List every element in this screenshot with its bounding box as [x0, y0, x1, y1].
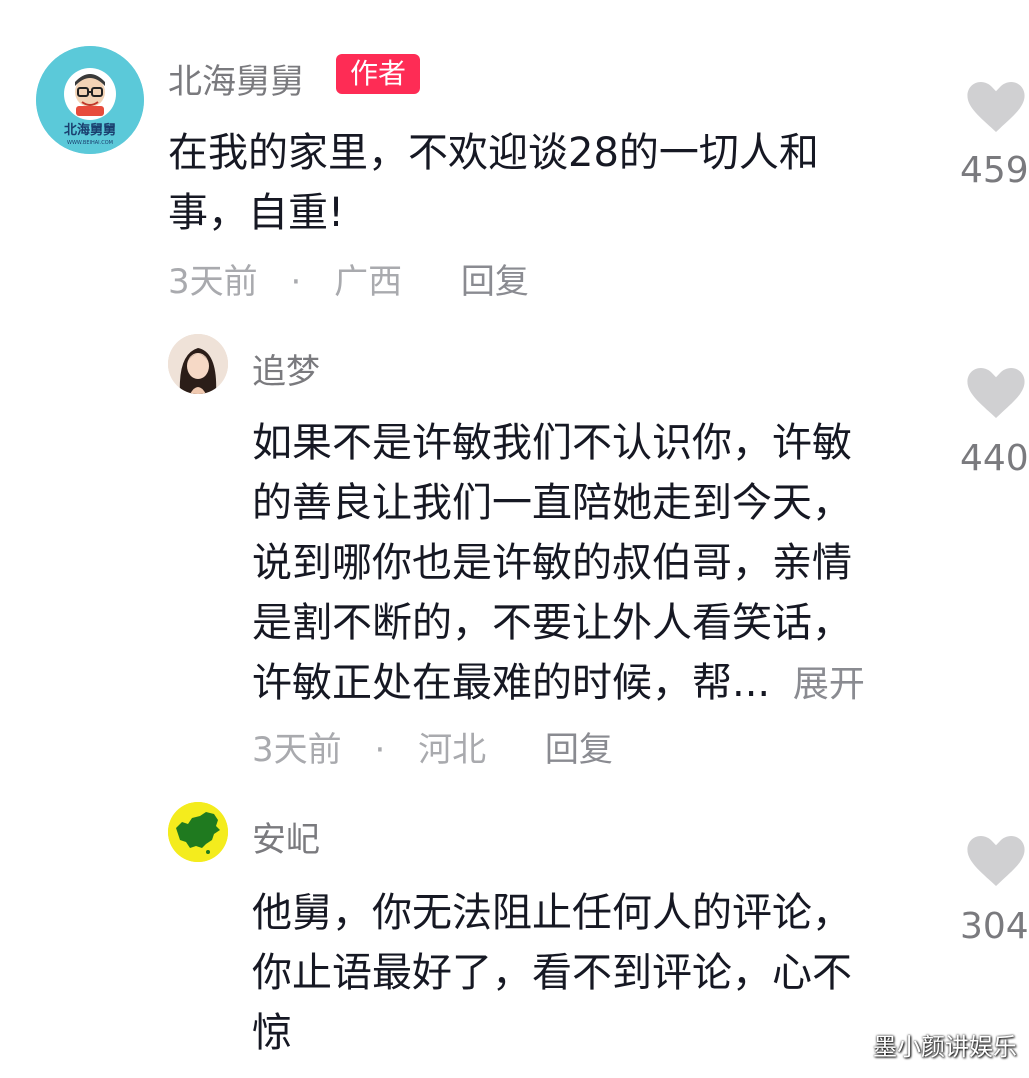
avatar[interactable]: 北海舅舅 WWW.BEIHAI.COM [36, 46, 144, 154]
woman-portrait-icon [168, 334, 228, 394]
like-count: 459 [960, 150, 1029, 191]
username[interactable]: 追梦 [252, 344, 320, 393]
heart-icon [967, 82, 1025, 132]
china-map-icon [168, 802, 228, 862]
reply-button[interactable]: 回复 [461, 262, 529, 302]
comment-time: 3天前 [252, 730, 342, 770]
avatar[interactable] [168, 334, 228, 394]
watermark: 墨小颜讲娱乐 [873, 1033, 1017, 1061]
comment-location: 河北 [418, 730, 487, 770]
comment-text-line: 事，自重! [168, 190, 345, 236]
username[interactable]: 安屺 [252, 812, 320, 861]
like-count: 440 [960, 438, 1029, 479]
comment-text-line: 的善良让我们一直陪她走到今天， [252, 480, 852, 526]
cartoon-man-glasses-icon: 北海舅舅 WWW.BEIHAI.COM [36, 46, 144, 154]
comment-text-line: 如果不是许敏我们不认识你，许敏 [252, 420, 852, 466]
comment-location: 广西 [334, 262, 403, 302]
meta-separator: · [374, 730, 386, 770]
meta-separator: · [290, 262, 302, 302]
expand-link[interactable]: 展开 [793, 664, 865, 705]
like-button[interactable] [966, 82, 1026, 134]
comment-text-line: 你止语最好了，看不到评论，心不 [252, 950, 852, 996]
username[interactable]: 北海舅舅 [168, 54, 304, 103]
svg-text:WWW.BEIHAI.COM: WWW.BEIHAI.COM [67, 140, 113, 146]
avatar-logo-text: 北海舅舅 [64, 122, 116, 138]
comment-text-line: 惊 [252, 1010, 292, 1056]
comment-text-line: 是割不断的，不要让外人看笑话， [252, 600, 852, 646]
like-button[interactable] [966, 368, 1026, 420]
reply-button[interactable]: 回复 [545, 730, 613, 770]
comment-text-line: 许敏正处在最难的时候，帮... 展开 [252, 650, 865, 708]
comment-text-line: 在我的家里，不欢迎谈28的一切人和 [168, 130, 819, 176]
avatar[interactable] [168, 802, 228, 862]
heart-icon [967, 836, 1025, 886]
comment-text-line: 他舅，你无法阻止任何人的评论， [252, 890, 852, 936]
comment-meta: 3天前 · 河北 回复 [252, 722, 613, 771]
like-button[interactable] [966, 836, 1026, 888]
heart-icon [967, 368, 1025, 418]
comment-text-truncated: 许敏正处在最难的时候，帮... [252, 660, 771, 706]
comment-time: 3天前 [168, 262, 258, 302]
like-count: 304 [960, 906, 1029, 947]
comment-meta: 3天前 · 广西 回复 [168, 254, 529, 303]
author-badge: 作者 [336, 54, 420, 94]
comment-text-line: 说到哪你也是许敏的叔伯哥，亲情 [252, 540, 852, 586]
